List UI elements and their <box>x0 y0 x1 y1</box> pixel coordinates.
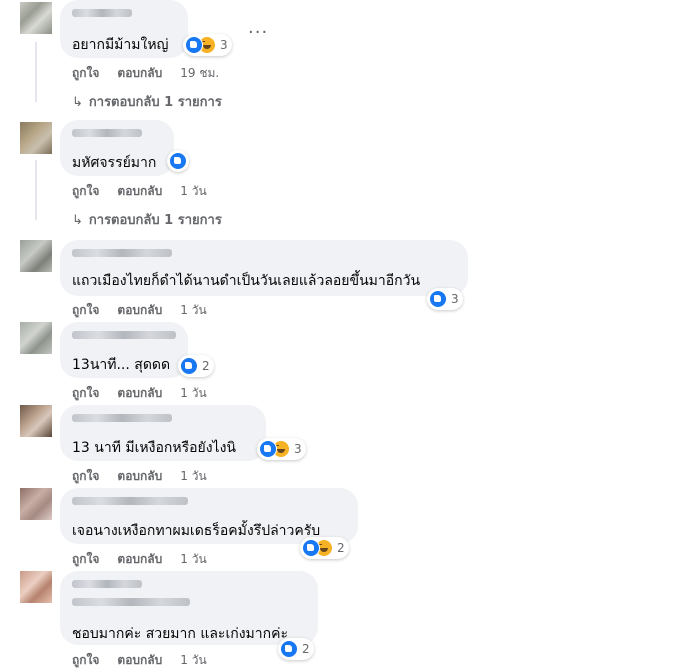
more-options-icon[interactable]: ··· <box>248 22 268 43</box>
like-reaction-icon <box>429 290 447 308</box>
replies-label: การตอบกลับ 1 รายการ <box>88 213 222 228</box>
reaction-summary[interactable]: 2 <box>278 638 314 660</box>
like-reaction-icon <box>259 440 277 458</box>
reply-arrow-icon: ↳ <box>72 213 83 228</box>
like-reaction-icon <box>302 539 320 557</box>
like-button[interactable]: ถูกใจ <box>72 550 99 569</box>
like-reaction-icon <box>169 152 187 170</box>
comment-text: ชอบมากค่ะ สวยมาก และเก่งมากค่ะ <box>72 626 288 642</box>
avatar[interactable] <box>20 488 52 520</box>
avatar[interactable] <box>20 405 52 437</box>
like-reaction-icon <box>180 357 198 375</box>
like-button[interactable]: ถูกใจ <box>72 182 99 201</box>
reaction-count: 3 <box>294 442 302 456</box>
commenter-name[interactable] <box>72 580 142 588</box>
comment-actions: ถูกใจ ตอบกลับ 1 วัน <box>72 301 207 320</box>
commenter-name[interactable] <box>72 9 132 17</box>
comment-bubble: มหัศจรรย์มาก <box>60 120 174 176</box>
like-button[interactable]: ถูกใจ <box>72 64 99 83</box>
timestamp[interactable]: 1 วัน <box>180 467 206 486</box>
reaction-summary[interactable] <box>167 150 189 172</box>
replies-label: การตอบกลับ 1 รายการ <box>88 95 222 110</box>
reaction-count: 2 <box>337 541 345 555</box>
comment-text: อยากมีม้ามใหญ่ <box>72 37 169 53</box>
comment-actions: ถูกใจ ตอบกลับ 1 วัน <box>72 467 207 486</box>
comment-text: 13นาที... สุดดด <box>72 357 171 373</box>
avatar[interactable] <box>20 122 52 154</box>
thread-line <box>35 160 37 220</box>
avatar[interactable] <box>20 2 52 34</box>
view-replies-link[interactable]: ↳ การตอบกลับ 1 รายการ <box>72 209 222 230</box>
like-button[interactable]: ถูกใจ <box>72 301 99 320</box>
reaction-summary[interactable]: 3 <box>257 438 306 460</box>
reaction-summary[interactable]: 3 <box>427 288 463 310</box>
timestamp[interactable]: 1 วัน <box>180 301 206 320</box>
like-reaction-icon <box>185 36 203 54</box>
comment-bubble: ชอบมากค่ะ สวยมาก และเก่งมากค่ะ <box>60 571 318 645</box>
comment-actions: ถูกใจ ตอบกลับ 1 วัน <box>72 550 207 569</box>
like-button[interactable]: ถูกใจ <box>72 467 99 486</box>
timestamp[interactable]: 1 วัน <box>180 182 206 201</box>
avatar[interactable] <box>20 571 52 603</box>
comment-actions: ถูกใจ ตอบกลับ 1 วัน <box>72 182 207 201</box>
commenter-name[interactable] <box>72 129 142 137</box>
reply-button[interactable]: ตอบกลับ <box>117 550 162 569</box>
avatar[interactable] <box>20 240 52 272</box>
comment-text: เจอนางเหงือกทาผมเดธร็อคมั้งรึปล่าวครับ <box>72 523 321 539</box>
timestamp[interactable]: 1 วัน <box>180 384 206 403</box>
comment-actions: ถูกใจ ตอบกลับ 1 วัน <box>72 384 207 403</box>
reply-button[interactable]: ตอบกลับ <box>117 651 162 670</box>
reaction-count: 3 <box>451 292 459 306</box>
comment-text: มหัศจรรย์มาก <box>72 155 157 171</box>
view-replies-link[interactable]: ↳ การตอบกลับ 1 รายการ <box>72 91 222 112</box>
comment-actions: ถูกใจ ตอบกลับ 19 ชม. <box>72 64 219 83</box>
reply-button[interactable]: ตอบกลับ <box>117 64 162 83</box>
reaction-count: 2 <box>202 359 210 373</box>
comment-text: 13 นาที มีเหงือกหรือยังไงนิ <box>72 440 236 456</box>
reply-button[interactable]: ตอบกลับ <box>117 182 162 201</box>
comment-bubble: 13นาที... สุดดด <box>60 322 188 378</box>
thread-line <box>35 42 37 102</box>
commenter-name[interactable] <box>72 497 188 505</box>
timestamp[interactable]: 1 วัน <box>180 651 206 670</box>
reply-arrow-icon: ↳ <box>72 95 83 110</box>
like-button[interactable]: ถูกใจ <box>72 384 99 403</box>
timestamp[interactable]: 1 วัน <box>180 550 206 569</box>
reaction-count: 3 <box>220 38 228 52</box>
avatar[interactable] <box>20 322 52 354</box>
reaction-summary[interactable]: 2 <box>300 537 349 559</box>
comment-bubble: 13 นาที มีเหงือกหรือยังไงนิ <box>60 405 266 461</box>
timestamp[interactable]: 19 ชม. <box>180 64 219 83</box>
comment-bubble: เจอนางเหงือกทาผมเดธร็อคมั้งรึปล่าวครับ <box>60 488 358 544</box>
reply-button[interactable]: ตอบกลับ <box>117 467 162 486</box>
reaction-summary[interactable]: 2 <box>178 355 214 377</box>
comment-bubble: แถวเมืองไทยก็ดำได้นานดำเป็นวันเลยแล้วลอย… <box>60 240 468 296</box>
commenter-name[interactable] <box>72 331 176 339</box>
reaction-count: 2 <box>302 642 310 656</box>
reaction-summary[interactable]: 3 <box>183 34 232 56</box>
like-reaction-icon <box>280 640 298 658</box>
comment-actions: ถูกใจ ตอบกลับ 1 วัน <box>72 651 207 670</box>
commenter-subtitle <box>72 598 190 606</box>
reply-button[interactable]: ตอบกลับ <box>117 301 162 320</box>
commenter-name[interactable] <box>72 414 172 422</box>
comment-text: แถวเมืองไทยก็ดำได้นานดำเป็นวันเลยแล้วลอย… <box>72 273 421 289</box>
commenter-name[interactable] <box>72 249 172 257</box>
reply-button[interactable]: ตอบกลับ <box>117 384 162 403</box>
comment-bubble: อยากมีม้ามใหญ่ <box>60 0 188 58</box>
like-button[interactable]: ถูกใจ <box>72 651 99 670</box>
